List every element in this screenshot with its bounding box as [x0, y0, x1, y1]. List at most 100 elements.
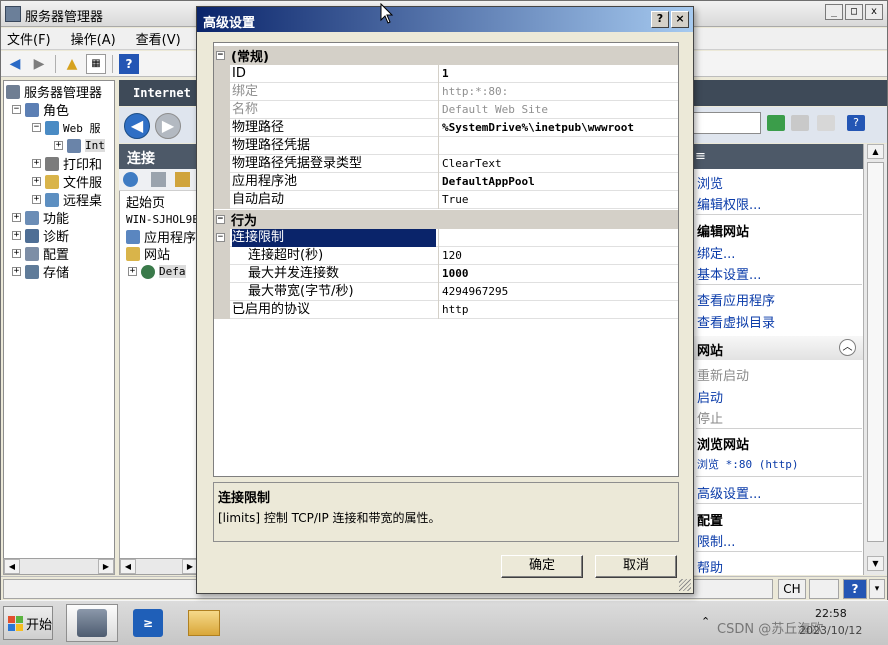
action-browse-port-80[interactable]: 浏览 *:80 (http) — [697, 456, 798, 472]
keyboard-icon[interactable] — [809, 579, 839, 599]
property-row[interactable]: 名称 Default Web Site — [214, 101, 678, 119]
app-pools-node[interactable]: 应用程序 — [126, 228, 196, 246]
taskbar-powershell[interactable]: ≥ — [122, 604, 174, 642]
expand-toggle[interactable]: + — [12, 267, 21, 276]
expand-toggle[interactable]: + — [32, 159, 41, 168]
property-value[interactable]: %SystemDrive%\inetpub\wwwroot — [438, 119, 678, 137]
menu-action[interactable]: 操作(A) — [71, 29, 116, 48]
tree-features[interactable]: + 功能 — [12, 209, 69, 227]
property-row[interactable]: 物理路径凭据 — [214, 137, 678, 155]
start-page-node[interactable]: 起始页 — [126, 193, 165, 211]
expand-toggle[interactable]: + — [32, 195, 41, 204]
property-row[interactable]: 最大带宽(字节/秒) 4294967295 — [214, 283, 678, 301]
property-row[interactable]: 物理路径凭据登录类型 ClearText — [214, 155, 678, 173]
options-chevron-icon[interactable]: ▾ — [869, 579, 885, 599]
scroll-left-arrow-icon[interactable]: ◀ — [120, 559, 136, 574]
action-browse[interactable]: 浏览 — [697, 173, 723, 192]
action-help[interactable]: 帮助 — [697, 557, 723, 576]
property-value[interactable]: 1000 — [438, 265, 678, 283]
connections-horizontal-scrollbar[interactable]: ◀ ▶ — [119, 558, 199, 575]
action-edit-permissions[interactable]: 编辑权限... — [697, 194, 761, 213]
expand-toggle[interactable]: + — [128, 267, 137, 276]
clock-time[interactable]: 22:58 — [815, 607, 847, 620]
expand-toggle[interactable]: + — [12, 231, 21, 240]
stop-icon[interactable] — [791, 115, 809, 131]
expand-toggle[interactable]: + — [32, 177, 41, 186]
default-site-node[interactable]: + Defa — [128, 263, 186, 280]
property-value[interactable]: 1 — [438, 65, 678, 83]
scroll-up-arrow-icon[interactable]: ▲ — [867, 144, 884, 159]
property-row[interactable]: 连接超时(秒) 120 — [214, 247, 678, 265]
collapse-toggle[interactable]: − — [32, 123, 41, 132]
property-value[interactable]: Default Web Site — [438, 101, 678, 119]
property-row[interactable]: 应用程序池 DefaultAppPool — [214, 173, 678, 191]
menu-file[interactable]: 文件(F) — [7, 29, 51, 48]
help-icon[interactable]: ? — [847, 115, 865, 131]
tree-iis-manager[interactable]: + Int — [54, 137, 105, 154]
property-value[interactable] — [438, 229, 678, 247]
taskbar-explorer[interactable] — [178, 604, 230, 642]
cancel-button[interactable]: 取消 — [595, 555, 677, 578]
action-limits[interactable]: 限制... — [697, 531, 735, 550]
property-row-connection-limits[interactable]: − 连接限制 — [214, 229, 678, 247]
property-value[interactable]: http — [438, 301, 678, 319]
category-general[interactable]: − (常规) — [214, 46, 678, 65]
tray-chevron-icon[interactable]: ⌃ — [701, 615, 710, 628]
maximize-button[interactable]: □ — [845, 4, 863, 20]
tree-remote-desktop[interactable]: + 远程桌 — [32, 191, 102, 209]
expand-toggle[interactable]: + — [12, 213, 21, 222]
tree-web-server[interactable]: − Web 服 — [32, 119, 101, 136]
expand-toggle[interactable]: + — [12, 249, 21, 258]
ok-button[interactable]: 确定 — [501, 555, 583, 578]
dialog-close-button[interactable]: × — [671, 11, 689, 28]
collapse-chevron-icon[interactable]: ︿ — [839, 339, 856, 356]
property-row[interactable]: 绑定 http:*:80: — [214, 83, 678, 101]
expand-toggle[interactable]: + — [54, 141, 63, 150]
scroll-right-arrow-icon[interactable]: ▶ — [98, 559, 114, 574]
actions-vertical-scrollbar[interactable]: ▲ ▼ — [863, 144, 887, 575]
tree-horizontal-scrollbar[interactable]: ◀ ▶ — [3, 558, 115, 575]
home-icon[interactable] — [817, 115, 835, 131]
action-start[interactable]: 启动 — [697, 387, 723, 406]
back-circle-icon[interactable]: ◀ — [124, 113, 150, 139]
server-node[interactable]: WIN-SJHOL9E — [126, 211, 199, 228]
menu-view[interactable]: 查看(V) — [136, 29, 181, 48]
property-value[interactable]: 4294967295 — [438, 283, 678, 301]
property-row[interactable]: 已启用的协议 http — [214, 301, 678, 319]
close-button[interactable]: x — [865, 4, 883, 20]
collapse-toggle[interactable]: − — [216, 215, 225, 224]
action-basic-settings[interactable]: 基本设置... — [697, 264, 761, 283]
property-value[interactable]: DefaultAppPool — [438, 173, 678, 191]
help-icon[interactable]: ? — [119, 53, 139, 74]
up-level-icon[interactable] — [175, 172, 190, 187]
tree-roles[interactable]: − 角色 — [12, 101, 69, 119]
tree-root[interactable]: 服务器管理器 — [6, 83, 102, 101]
refresh-icon[interactable] — [767, 115, 785, 131]
taskbar-server-manager[interactable] — [66, 604, 118, 642]
connect-globe-icon[interactable] — [123, 172, 138, 187]
scroll-down-arrow-icon[interactable]: ▼ — [867, 556, 884, 571]
property-value[interactable]: True — [438, 191, 678, 209]
start-button[interactable]: 开始 — [3, 606, 53, 640]
action-stop[interactable]: 停止 — [697, 408, 723, 427]
action-view-applications[interactable]: 查看应用程序 — [697, 290, 775, 309]
tree-file-services[interactable]: + 文件服 — [32, 173, 102, 191]
property-value[interactable]: http:*:80: — [438, 83, 678, 101]
forward-circle-icon[interactable]: ▶ — [155, 113, 181, 139]
tree-storage[interactable]: + 存储 — [12, 263, 69, 281]
minimize-button[interactable]: _ — [825, 4, 843, 20]
property-row[interactable]: 自动启动 True — [214, 191, 678, 209]
scroll-thumb[interactable] — [867, 162, 884, 542]
action-restart[interactable]: 重新启动 — [697, 365, 749, 384]
property-value[interactable]: ClearText — [438, 155, 678, 173]
category-behavior[interactable]: − 行为 — [214, 210, 678, 229]
action-bindings[interactable]: 绑定... — [697, 243, 735, 262]
show-hide-tree-icon[interactable]: ▦ — [86, 53, 106, 74]
property-row[interactable]: 物理路径 %SystemDrive%\inetpub\wwwroot — [214, 119, 678, 137]
back-arrow-icon[interactable]: ◀ — [5, 54, 25, 74]
dialog-help-button[interactable]: ? — [651, 11, 669, 28]
sites-node[interactable]: 网站 — [126, 245, 170, 263]
ime-indicator[interactable]: CH — [778, 579, 806, 599]
action-advanced-settings[interactable]: 高级设置... — [697, 483, 761, 502]
collapse-toggle[interactable]: − — [12, 105, 21, 114]
